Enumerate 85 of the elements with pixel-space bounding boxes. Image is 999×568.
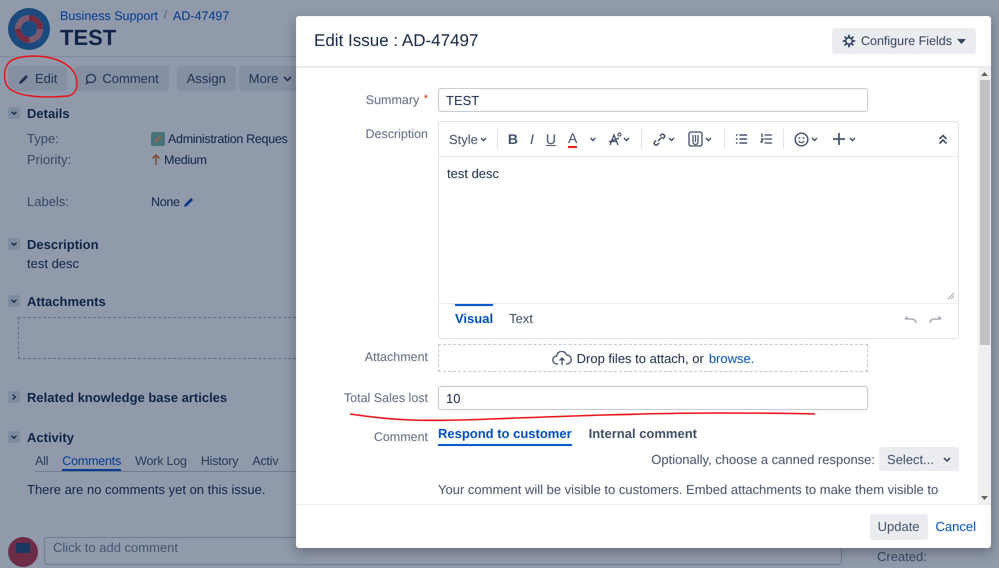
dropzone-text: Drop files to attach, or (576, 350, 704, 366)
caret-icon (957, 38, 966, 44)
created-label: Created: (877, 549, 927, 564)
numbered-list-icon[interactable] (760, 133, 774, 145)
field-value: None (151, 194, 180, 208)
text-input-field[interactable]: TEST (438, 88, 868, 112)
section-heading[interactable]: Activity (27, 430, 74, 444)
editor-mode-tab[interactable]: Visual (455, 304, 494, 326)
speech-bubble-icon (85, 72, 98, 84)
dialog-title: Edit Issue : AD-47497 (314, 31, 478, 51)
text-input-field[interactable]: 10 (438, 386, 868, 410)
resize-grip-icon[interactable] (947, 292, 955, 300)
editor-text[interactable]: test desc (447, 166, 500, 181)
bold-button[interactable]: B (508, 131, 518, 147)
activity-tab[interactable]: Activ (252, 454, 278, 471)
update-button[interactable]: Update (870, 514, 928, 540)
activity-tab[interactable]: Work Log (135, 454, 187, 471)
link-icon[interactable] (652, 132, 676, 146)
chevron-icon[interactable] (8, 295, 20, 307)
field-label: Priority: (27, 152, 72, 167)
field-label: Attachment (364, 350, 428, 364)
field-label: Labels: (27, 194, 70, 209)
assign-button[interactable]: Assign (176, 66, 236, 91)
field-value: Medium (164, 152, 207, 166)
section-heading[interactable]: Details (27, 106, 70, 120)
comment-visibility-note: Your comment will be visible to customers. Embed attachments to make them visible to (438, 482, 940, 497)
chevron-icon[interactable] (8, 238, 20, 250)
paperclip-icon[interactable] (688, 131, 714, 147)
chevron-icon[interactable] (8, 431, 20, 443)
bullet-list-icon[interactable] (735, 133, 748, 145)
section-heading[interactable]: Description (27, 236, 99, 252)
empty-comments-text: There are no comments yet on this issue. (27, 482, 266, 497)
required-mark: * (424, 93, 428, 105)
caret-icon (480, 136, 487, 142)
canned-response-dropdown[interactable]: Select... (879, 447, 959, 471)
field-label: Comment (374, 430, 428, 444)
configure-fields-button[interactable]: Configure Fields (832, 28, 976, 54)
description-text: test desc (27, 256, 80, 271)
pencil-icon[interactable] (182, 196, 195, 208)
field-label: Description (365, 127, 428, 141)
cancel-link[interactable]: Cancel (936, 519, 976, 534)
file-dropzone[interactable]: Drop files to attach, or browse. (438, 344, 868, 372)
chevron-icon[interactable] (8, 391, 20, 403)
scrollbar[interactable] (978, 68, 991, 504)
issue-key-link[interactable]: AD-47497 (173, 9, 230, 23)
cloud-upload-icon (552, 350, 572, 366)
pencil-icon (18, 72, 30, 84)
edit-button[interactable]: Edit (8, 66, 68, 91)
scroll-down-icon[interactable] (981, 496, 988, 500)
plus-icon[interactable] (832, 132, 858, 146)
caret-icon (283, 76, 292, 82)
project-link[interactable]: Business Support (60, 9, 158, 23)
field-label: Type: (27, 131, 60, 146)
activity-tab[interactable]: All (35, 454, 48, 471)
editor-mode-tab[interactable]: Text (509, 304, 533, 326)
caret-icon[interactable] (589, 136, 598, 142)
text-color-button[interactable]: A (568, 130, 578, 148)
collapse-icon[interactable] (938, 134, 948, 144)
clear-formatting-icon[interactable] (609, 132, 632, 146)
avatar-icon (8, 537, 38, 567)
breadcrumb-separator: / (164, 9, 168, 23)
underline-button[interactable]: U (546, 131, 556, 147)
chevron-icon[interactable] (8, 107, 20, 119)
scroll-up-icon[interactable] (981, 72, 988, 76)
comment-tab[interactable]: Internal comment (588, 426, 697, 446)
style-dropdown[interactable]: Style (449, 132, 487, 146)
issue-type-icon (151, 132, 165, 146)
section-heading[interactable]: Attachments (27, 294, 106, 308)
smiley-icon[interactable] (794, 132, 820, 146)
field-value: Administration Reques (168, 132, 288, 146)
comment-button[interactable]: Comment (75, 66, 169, 91)
comment-tab[interactable]: Respond to customer (438, 426, 572, 446)
canned-response-label: Optionally, choose a canned response: (651, 452, 876, 466)
up-arrow-icon (151, 153, 161, 166)
browse-link[interactable]: browse. (708, 350, 754, 366)
lifebuoy-logo-icon (8, 8, 50, 50)
field-label: Summary (366, 93, 420, 107)
field-label: Total Sales lost (344, 391, 428, 405)
activity-tab[interactable]: History (200, 454, 238, 471)
caret-icon (943, 456, 951, 462)
gear-icon (842, 34, 856, 48)
issue-title: TEST (60, 25, 118, 51)
italic-button[interactable]: I (530, 131, 534, 147)
activity-tab[interactable]: Comments (62, 454, 122, 471)
section-heading[interactable]: Related knowledge base articles (27, 390, 228, 404)
